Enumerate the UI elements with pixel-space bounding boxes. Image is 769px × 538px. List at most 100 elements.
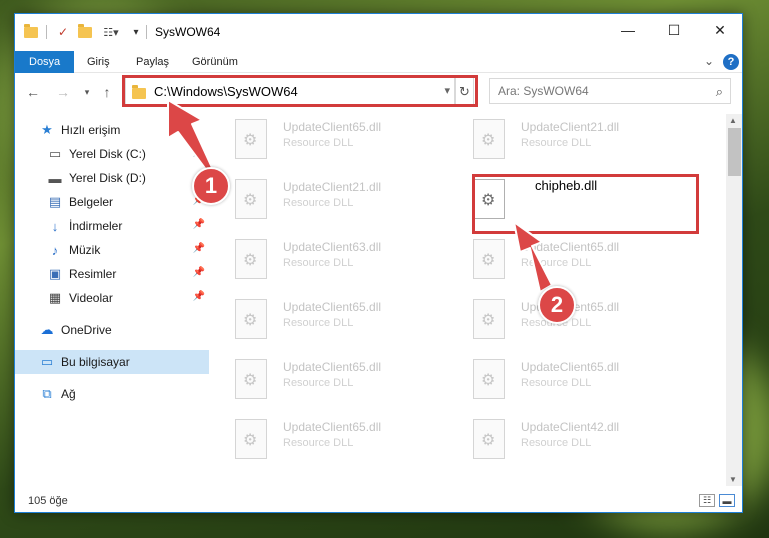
back-arrow-icon[interactable]: ← — [23, 82, 43, 102]
scrollbar-thumb[interactable] — [728, 128, 741, 176]
step-1-badge: 1 — [192, 167, 230, 205]
file-type: Resource DLL — [283, 377, 354, 389]
file-tile[interactable]: UpdateClient42.dll Resource DLL — [453, 414, 683, 470]
file-tile[interactable]: UpdateClient65.dll Resource DLL — [215, 414, 445, 470]
file-tile[interactable]: UpdateClient21.dll Resource DLL — [453, 114, 683, 170]
vertical-scrollbar[interactable]: ▲ ▼ — [726, 114, 742, 486]
maximize-button[interactable]: ☐ — [651, 14, 697, 46]
pin-icon[interactable]: 📌 — [193, 243, 205, 254]
nav-item-label: Yerel Disk (C:) — [69, 147, 146, 161]
navigation-pane: ★ Hızlı erişim ▭ Yerel Disk (C:) 📌 ▬ Yer… — [15, 114, 209, 484]
file-name: UpdateClient65.dll — [521, 360, 620, 374]
file-name: UpdateClient63.dll — [283, 240, 382, 254]
search-icon[interactable]: ⌕ — [716, 84, 723, 100]
recent-locations-icon[interactable]: ▾ — [77, 82, 97, 102]
dll-file-icon — [235, 239, 267, 279]
file-tile[interactable]: UpdateClient65.dll Resource DLL — [215, 354, 445, 410]
file-name: UpdateClient21.dll — [283, 180, 382, 194]
nav-item-this-pc[interactable]: ▭ Bu bilgisayar — [15, 350, 209, 374]
network-icon: ⧉ — [42, 386, 52, 401]
nav-item-pictures[interactable]: ▣ Resimler 📌 — [15, 262, 209, 286]
dll-file-icon — [235, 119, 267, 159]
scroll-down-icon[interactable]: ▼ — [729, 475, 737, 484]
file-type: Resource DLL — [521, 377, 592, 389]
tab-file[interactable]: Dosya — [15, 51, 75, 73]
large-icons-view-icon[interactable]: ▬ — [719, 494, 735, 507]
dll-file-icon — [473, 299, 505, 339]
pin-icon[interactable]: 📌 — [193, 147, 205, 158]
file-name: UpdateClient65.dll — [283, 120, 382, 134]
file-highlight-box — [472, 174, 699, 234]
nav-item-network[interactable]: ⧉ Ağ — [15, 382, 209, 406]
drive-icon: ▭ — [48, 146, 62, 161]
dll-file-icon — [473, 239, 505, 279]
status-bar: 105 öğe ☷ ▬ — [15, 488, 742, 512]
file-name: UpdateClient65.dll — [283, 300, 382, 314]
dll-file-icon — [235, 359, 267, 399]
pin-icon[interactable]: 📌 — [193, 291, 205, 302]
dll-file-icon — [235, 419, 267, 459]
expand-ribbon-icon[interactable]: ⌄ — [704, 54, 714, 68]
address-highlight-box — [122, 75, 478, 107]
quick-access-dropdown-icon[interactable]: ▾ — [128, 24, 144, 40]
nav-item-downloads[interactable]: ↓ İndirmeler 📌 — [15, 214, 209, 238]
file-tile[interactable]: UpdateClient21.dll Resource DLL — [215, 174, 445, 230]
forward-arrow-icon[interactable]: → — [53, 82, 73, 102]
nav-item-label: Hızlı erişim — [61, 123, 121, 137]
pictures-icon: ▣ — [48, 266, 62, 281]
nav-item-onedrive[interactable]: ☁ OneDrive — [15, 318, 209, 342]
tab-home[interactable]: Giriş — [77, 51, 120, 73]
dll-file-icon — [235, 299, 267, 339]
drive-icon: ▬ — [48, 170, 62, 186]
close-button[interactable]: ✕ — [697, 14, 742, 46]
file-type: Resource DLL — [521, 437, 592, 449]
details-view-icon[interactable]: ☷ — [699, 494, 715, 507]
search-input[interactable]: Ara: SysWOW64 ⌕ — [489, 78, 731, 104]
file-type: Resource DLL — [521, 257, 592, 269]
nav-item-label: Ağ — [61, 387, 76, 401]
titlebar-divider — [46, 25, 47, 39]
video-icon: ▦ — [48, 290, 62, 305]
dll-file-icon — [473, 119, 505, 159]
nav-item-label: Belgeler — [69, 195, 114, 209]
file-tile[interactable]: UpdateClient65.dll Resource DLL — [215, 294, 445, 350]
nav-item-label: Resimler — [69, 267, 117, 281]
nav-item-documents[interactable]: ▤ Belgeler 📌 — [15, 190, 209, 214]
file-tile[interactable]: UpdateClient63.dll Resource DLL — [215, 234, 445, 290]
file-name: UpdateClient65.dll — [283, 420, 382, 434]
item-count: 105 öğe — [28, 495, 68, 507]
star-icon: ★ — [41, 122, 53, 137]
file-tile[interactable]: UpdateClient65.dll Resource DLL — [215, 114, 445, 170]
music-icon: ♪ — [51, 242, 59, 258]
nav-item-quick-access[interactable]: ★ Hızlı erişim — [15, 118, 209, 142]
file-list: UpdateClient65.dll Resource DLL UpdateCl… — [215, 114, 725, 486]
nav-item-local-disk-d[interactable]: ▬ Yerel Disk (D:) — [15, 166, 209, 190]
file-name: UpdateClient65.dll — [283, 360, 382, 374]
customize-toolbar-icon[interactable]: ☷▾ — [99, 24, 123, 40]
nav-item-label: OneDrive — [61, 323, 112, 337]
pin-icon[interactable]: 📌 — [193, 219, 205, 230]
dll-file-icon — [473, 359, 505, 399]
nav-item-label: İndirmeler — [69, 219, 123, 233]
ribbon-tabs: Dosya Giriş Paylaş Görünüm ⌄ ? — [15, 49, 742, 73]
tab-share[interactable]: Paylaş — [126, 51, 179, 73]
new-folder-icon[interactable] — [77, 23, 93, 40]
file-type: Resource DLL — [283, 437, 354, 449]
file-tile[interactable]: UpdateClient65.dll Resource DLL — [453, 234, 683, 290]
file-tile[interactable]: UpdateClient65.dll Resource DLL — [453, 354, 683, 410]
nav-item-music[interactable]: ♪ Müzik 📌 — [15, 238, 209, 262]
step-2-badge: 2 — [538, 286, 576, 324]
download-icon: ↓ — [51, 218, 59, 234]
properties-icon[interactable]: ✓ — [55, 24, 71, 40]
help-icon[interactable]: ? — [723, 54, 739, 70]
up-arrow-icon[interactable]: ↑ — [97, 82, 117, 102]
scroll-up-icon[interactable]: ▲ — [729, 116, 737, 125]
tab-view[interactable]: Görünüm — [182, 51, 248, 73]
document-icon: ▤ — [48, 194, 62, 209]
minimize-button[interactable]: — — [605, 14, 651, 46]
search-placeholder[interactable]: Ara: SysWOW64 — [498, 84, 589, 98]
pin-icon[interactable]: 📌 — [193, 267, 205, 278]
file-type: Resource DLL — [283, 257, 354, 269]
nav-item-local-disk-c[interactable]: ▭ Yerel Disk (C:) 📌 — [15, 142, 209, 166]
nav-item-videos[interactable]: ▦ Videolar 📌 — [15, 286, 209, 310]
